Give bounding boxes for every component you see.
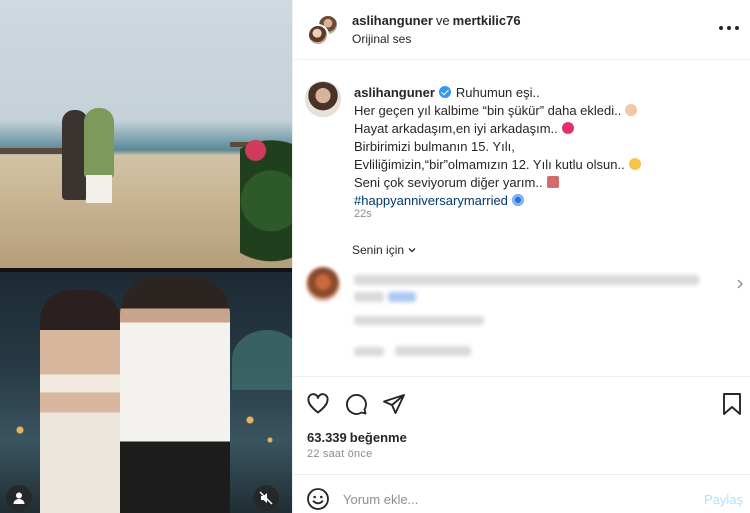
chevron-right-icon — [737, 279, 743, 289]
dot-icon — [719, 26, 723, 30]
username-link-1[interactable]: aslihanguner — [352, 13, 433, 28]
nazar-emoji-icon — [511, 194, 524, 206]
comment-input[interactable] — [343, 484, 673, 513]
dot-icon — [727, 26, 731, 30]
smiley-icon — [307, 488, 329, 510]
blurred-comment-meta — [354, 316, 484, 325]
username-link-2[interactable]: mertkilic76 — [453, 13, 521, 28]
caption-username[interactable]: aslihanguner — [354, 85, 435, 100]
heart-emoji-icon — [561, 122, 574, 134]
emoji-picker-button[interactable] — [306, 487, 330, 511]
caption-line-5: Evliliğimizin,“bir”olmamızın 12. Yılı ku… — [354, 157, 625, 172]
collab-avatars[interactable] — [307, 14, 339, 46]
collab-usernames: aslihanguner ve mertkilic76 — [352, 13, 521, 28]
blurred-replies — [395, 346, 471, 356]
bookmark-icon — [723, 393, 741, 415]
comment-avatar-blurred[interactable] — [306, 267, 340, 301]
couple-figure-man — [84, 108, 114, 178]
likes-number: 63.339 — [307, 430, 347, 445]
comment-like-button[interactable] — [735, 278, 745, 293]
gift-emoji-icon — [546, 176, 559, 188]
blurred-comment-link — [388, 292, 416, 302]
chevron-down-icon — [408, 248, 416, 253]
sort-label: Senin için — [352, 243, 405, 257]
post-panel: aslihanguner ve mertkilic76 Orijinal ses a… — [292, 0, 750, 513]
post-header: aslihanguner ve mertkilic76 Orijinal ses — [293, 0, 750, 60]
caption: aslihanguner Ruhumun eşi.. Her geçen yıl … — [354, 84, 734, 210]
heart-icon — [307, 393, 329, 414]
praying-hands-emoji-icon — [625, 104, 638, 116]
more-options-button[interactable] — [719, 20, 739, 36]
save-button[interactable] — [719, 391, 745, 417]
speaker-muted-icon — [259, 491, 273, 505]
comment-button[interactable] — [343, 391, 369, 417]
likes-label: beğenme — [349, 430, 407, 445]
post-timestamp[interactable]: 22 saat önce — [307, 448, 372, 460]
comment-sort-dropdown[interactable]: Senin için — [352, 243, 417, 257]
paper-plane-icon — [383, 394, 405, 414]
verified-badge-icon — [438, 86, 451, 98]
mute-button[interactable] — [253, 485, 279, 511]
blurred-comment-text — [354, 275, 699, 285]
blurred-comment-text — [354, 292, 384, 302]
caption-line-1: Ruhumun eşi.. — [455, 85, 540, 100]
likes-count[interactable]: 63.339 beğenme — [307, 430, 407, 445]
caption-line-6: Seni çok seviyorum diğer yarım.. — [354, 175, 543, 190]
caption-line-4: Birbirimizi bulmanın 15. Yılı, — [354, 139, 515, 154]
caption-timestamp[interactable]: 22s — [354, 208, 372, 220]
sparkles-emoji-icon — [628, 158, 641, 170]
caption-avatar[interactable] — [305, 81, 341, 117]
tagged-users-button[interactable] — [6, 485, 32, 511]
dancing-woman — [40, 290, 120, 513]
caption-line-2: Her geçen yıl kalbime “bin şükür” daha e… — [354, 103, 622, 118]
action-bar: 63.339 beğenme 22 saat önce — [293, 376, 750, 474]
umbrella-shape — [232, 330, 292, 390]
audio-link[interactable]: Orijinal ses — [352, 32, 411, 46]
couple-figure-man-shorts — [86, 175, 112, 203]
user-icon — [13, 492, 25, 504]
post-comment-button[interactable]: Paylaş — [704, 492, 743, 507]
avatar — [307, 24, 329, 46]
flower-plant — [240, 100, 292, 268]
comment-composer: Paylaş — [293, 474, 750, 513]
post-media[interactable] — [0, 0, 292, 513]
joiner-text: ve — [435, 13, 450, 28]
share-button[interactable] — [381, 391, 407, 417]
comments-scroll-area[interactable]: aslihanguner Ruhumun eşi.. Her geçen yıl … — [293, 60, 750, 376]
comment-bubble-icon — [346, 394, 367, 415]
like-button[interactable] — [305, 391, 331, 417]
dancing-man — [120, 275, 230, 513]
dot-icon — [735, 26, 739, 30]
hashtag-link[interactable]: #happyanniversarymarried — [354, 193, 508, 208]
caption-line-3: Hayat arkadaşım,en iyi arkadaşım.. — [354, 121, 558, 136]
blurred-replies — [354, 347, 384, 356]
